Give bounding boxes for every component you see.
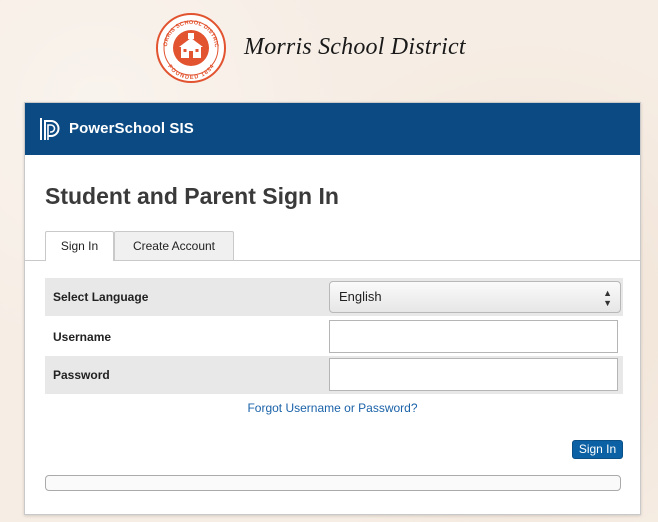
district-header: MORRIS SCHOOL DISTRICT FOUNDED 1854 Morr… xyxy=(0,0,658,92)
tab-create-account[interactable]: Create Account xyxy=(114,231,234,260)
app-title: PowerSchool SIS xyxy=(69,120,194,137)
page-title: Student and Parent Sign In xyxy=(45,183,339,209)
forgot-credentials-link[interactable]: Forgot Username or Password? xyxy=(25,401,640,415)
language-select[interactable]: English ▲ ▼ xyxy=(329,281,621,313)
language-row: Select Language English ▲ ▼ xyxy=(45,278,623,316)
language-selected-value: English xyxy=(339,289,382,304)
progress-bar xyxy=(45,475,621,491)
select-arrows-icon: ▲ ▼ xyxy=(603,288,612,308)
language-label: Select Language xyxy=(53,290,149,304)
district-seal-icon: MORRIS SCHOOL DISTRICT FOUNDED 1854 xyxy=(155,12,226,83)
powerschool-logo-icon xyxy=(40,118,60,140)
username-input[interactable] xyxy=(329,320,618,353)
sign-in-button[interactable]: Sign In xyxy=(572,440,623,459)
app-header: PowerSchool SIS xyxy=(25,103,640,155)
username-row: Username xyxy=(45,318,623,356)
password-label: Password xyxy=(53,368,110,382)
signin-panel: PowerSchool SIS Student and Parent Sign … xyxy=(24,102,641,515)
password-row: Password xyxy=(45,356,623,394)
password-input[interactable] xyxy=(329,358,618,391)
tab-sign-in[interactable]: Sign In xyxy=(45,231,114,261)
tab-divider xyxy=(25,260,640,261)
username-label: Username xyxy=(53,330,112,344)
district-name: Morris School District xyxy=(244,34,466,60)
